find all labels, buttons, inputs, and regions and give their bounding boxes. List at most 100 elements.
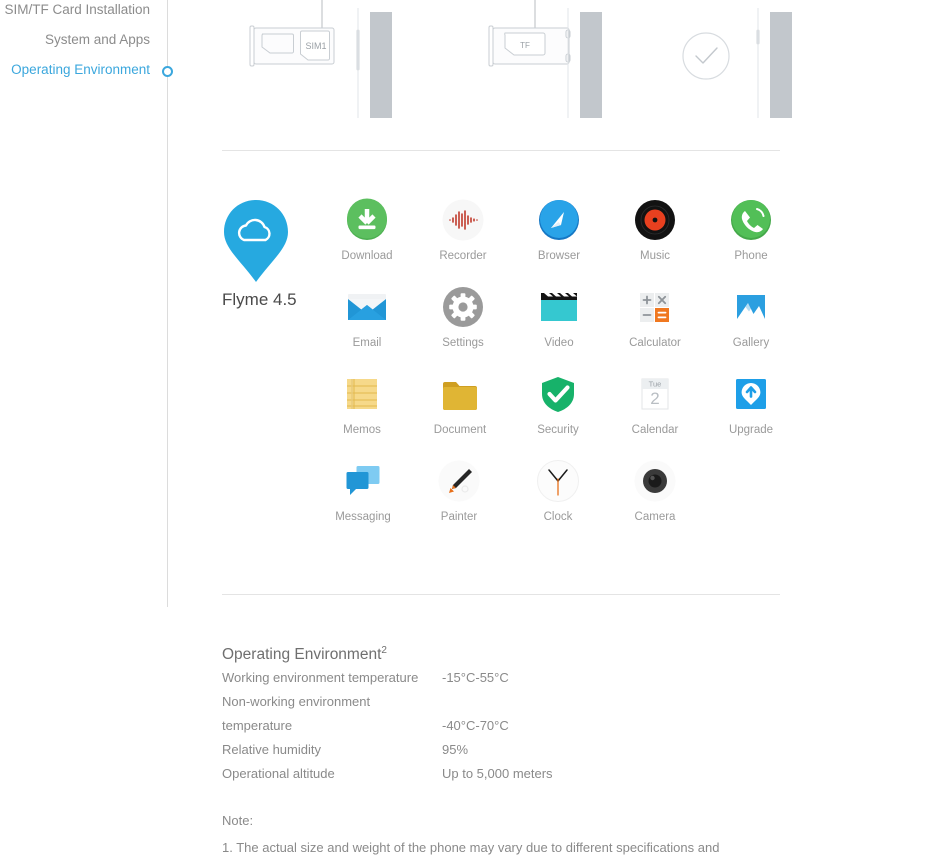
email-icon [320, 283, 414, 331]
divider-bottom [222, 594, 780, 595]
app-label: Recorder [439, 250, 487, 262]
app-label: Settings [442, 337, 484, 349]
app-label: Security [537, 424, 579, 436]
spec-row: Relative humidity 95% [222, 742, 782, 766]
spec-key: Non-working environment [222, 694, 371, 710]
video-icon [512, 283, 606, 331]
calendar-weekday-text: Tue [649, 380, 662, 389]
spec-key: Working environment temperature [222, 670, 419, 686]
spec-value: 95% [442, 742, 469, 758]
app-label: Email [352, 337, 382, 349]
app-tile-browser[interactable]: Browser [512, 196, 606, 262]
app-tile-gallery[interactable]: Gallery [704, 283, 798, 349]
upgrade-icon [704, 370, 798, 418]
memos-icon [315, 370, 409, 418]
timeline-active-marker-icon [162, 66, 173, 77]
app-tile-video[interactable]: Video [512, 283, 606, 349]
download-icon [320, 196, 414, 244]
installation-complete-figure [662, 0, 842, 130]
app-label: Music [639, 250, 671, 262]
app-tile-phone[interactable]: Phone [704, 196, 798, 262]
notes-heading: Note: [222, 813, 254, 828]
spec-row: temperature -40°C-70°C [222, 718, 782, 742]
app-tile-email[interactable]: Email [320, 283, 414, 349]
app-tile-calendar[interactable]: Tue 2 Calendar [608, 370, 702, 436]
clock-icon [511, 457, 605, 505]
app-tile-security[interactable]: Security [511, 370, 605, 436]
app-label: Document [433, 424, 487, 436]
painter-icon [412, 457, 506, 505]
recorder-icon [416, 196, 510, 244]
document-icon [413, 370, 507, 418]
app-label: Painter [440, 511, 478, 523]
app-label: Video [544, 337, 574, 349]
section-title-text: Operating Environment [222, 646, 382, 664]
app-tile-clock[interactable]: Clock [511, 457, 605, 523]
spec-value: -15°C-55°C [442, 670, 509, 686]
app-label: Download [341, 250, 393, 262]
flyme-cloud-pin-icon [224, 200, 288, 282]
sim1-tray-icon: SIM1 [249, 0, 392, 118]
phone-icon [704, 196, 798, 244]
browser-icon [512, 196, 606, 244]
spec-row: Non-working environment [222, 694, 782, 718]
spec-key: Relative humidity [222, 742, 321, 758]
timeline-rail [167, 0, 168, 607]
calculator-icon [608, 283, 702, 331]
app-tile-calculator[interactable]: Calculator [608, 283, 702, 349]
app-grid-row: Download Recorder Browser Music Phone [320, 196, 790, 283]
app-tile-music[interactable]: Music [608, 196, 702, 262]
app-grid-row: Messaging Painter Clock Camera [320, 457, 790, 544]
sidebar-item-operating-environment[interactable]: Operating Environment [11, 62, 150, 77]
spec-key: Operational altitude [222, 766, 335, 782]
calendar-icon: Tue 2 [608, 370, 702, 418]
spec-value: Up to 5,000 meters [442, 766, 553, 782]
app-tile-settings[interactable]: Settings [416, 283, 510, 349]
app-tile-document[interactable]: Document [413, 370, 507, 436]
app-tile-memos[interactable]: Memos [315, 370, 409, 436]
settings-icon [416, 283, 510, 331]
operating-environment-section: Operating Environment2 Working environme… [222, 645, 782, 790]
app-label: Camera [634, 511, 676, 523]
svg-text:SIM1: SIM1 [305, 41, 326, 51]
app-tile-messaging[interactable]: Messaging [316, 457, 410, 523]
app-tile-download[interactable]: Download [320, 196, 414, 262]
messaging-icon [316, 457, 410, 505]
check-circle-icon [682, 8, 792, 118]
flyme-os-block: Flyme 4.5 [222, 198, 322, 309]
app-label: Clock [543, 511, 573, 523]
sim1-tray-figure: SIM1 [222, 0, 402, 130]
section-title: Operating Environment2 [222, 645, 782, 664]
tf-tray-icon: TF [488, 0, 602, 118]
app-label: Messaging [335, 511, 391, 523]
app-label: Calendar [631, 424, 679, 436]
app-tile-camera[interactable]: Camera [608, 457, 702, 523]
security-icon [511, 370, 605, 418]
sidebar-item-sim-tf-card-installation[interactable]: SIM/TF Card Installation [4, 2, 150, 17]
app-label: Upgrade [728, 424, 774, 436]
sim-installation-illustrations: SIM1 TF [222, 0, 792, 130]
spec-value: -40°C-70°C [442, 718, 509, 734]
sidebar-nav: SIM/TF Card Installation System and Apps… [0, 0, 168, 100]
app-grid: Download Recorder Browser Music Phone Em… [320, 196, 790, 544]
app-grid-row: Email Settings Video Calculator Gallery [320, 283, 790, 370]
music-icon [608, 196, 702, 244]
camera-icon [608, 457, 702, 505]
app-tile-upgrade[interactable]: Upgrade [704, 370, 798, 436]
app-tile-recorder[interactable]: Recorder [416, 196, 510, 262]
app-label: Memos [343, 424, 381, 436]
spec-row: Operational altitude Up to 5,000 meters [222, 766, 782, 790]
flyme-os-label: Flyme 4.5 [222, 290, 297, 309]
app-label: Calculator [629, 337, 681, 349]
app-label: Gallery [732, 337, 770, 349]
app-tile-painter[interactable]: Painter [412, 457, 506, 523]
notes-section: Note: 1. The actual size and weight of t… [222, 813, 842, 867]
tf-tray-figure: TF [467, 0, 647, 130]
divider-top [222, 150, 780, 151]
app-grid-row: Memos Document Security Tue 2 Calendar U… [320, 370, 790, 457]
sidebar-item-system-and-apps[interactable]: System and Apps [45, 32, 150, 47]
svg-text:TF: TF [520, 41, 530, 50]
section-title-superscript: 2 [381, 645, 387, 656]
calendar-day-text: 2 [650, 389, 659, 408]
note-item: 1. The actual size and weight of the pho… [222, 840, 720, 855]
